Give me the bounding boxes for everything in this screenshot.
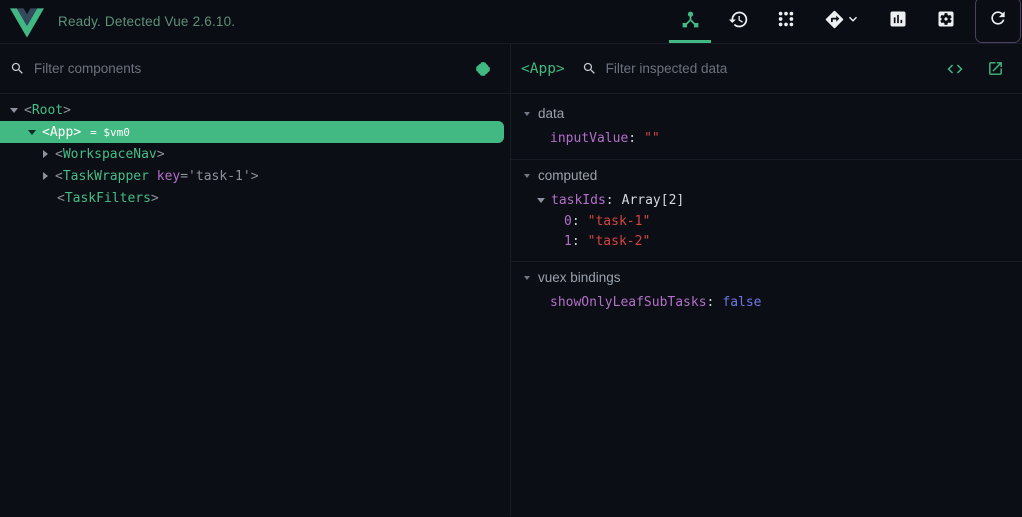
inspector-filter-bar: <App> bbox=[511, 44, 1022, 94]
filter-inspected-data-input[interactable] bbox=[605, 61, 937, 76]
field-value[interactable]: "task-2" bbox=[588, 234, 651, 249]
main-area: <Root> <App> = $vm0 <WorkspaceNav> <Task… bbox=[0, 44, 1022, 516]
vue-logo bbox=[10, 7, 44, 38]
section-collapse-arrow-icon[interactable] bbox=[524, 173, 530, 178]
vm-reference-label: = $vm0 bbox=[90, 125, 130, 139]
components-pane: <Root> <App> = $vm0 <WorkspaceNav> <Task… bbox=[0, 44, 511, 516]
search-icon bbox=[10, 61, 25, 76]
topbar-tabs bbox=[666, 0, 970, 43]
field-value[interactable]: "task-1" bbox=[588, 214, 651, 229]
tree-row-workspacenav[interactable]: < WorkspaceNav > bbox=[0, 143, 510, 165]
inspected-component-title: <App> bbox=[521, 60, 565, 77]
target-crosshair-icon[interactable] bbox=[474, 60, 492, 78]
component-tag: WorkspaceNav bbox=[62, 146, 157, 162]
tag-close-bracket: > bbox=[156, 146, 165, 162]
section-data: data inputValue: "" bbox=[511, 98, 1022, 160]
field-key: showOnlyLeafSubTasks bbox=[550, 295, 707, 310]
field-taskids-0[interactable]: 0: "task-1" bbox=[511, 211, 1022, 231]
field-taskids-1[interactable]: 1: "task-2" bbox=[511, 231, 1022, 251]
attribute-value: ='task-1' bbox=[180, 168, 251, 184]
component-tree: < Root > < App > = $vm0 < WorkspaceNav > < Task… bbox=[0, 94, 510, 209]
gear-icon bbox=[936, 9, 956, 34]
refresh-button[interactable] bbox=[975, 0, 1021, 43]
refresh-icon bbox=[988, 8, 1008, 33]
tag-open-bracket: < bbox=[42, 124, 50, 140]
tag-close-bracket: > bbox=[150, 190, 159, 206]
field-taskids[interactable]: taskIds: Array[2] bbox=[511, 190, 1022, 211]
tab-events[interactable] bbox=[762, 0, 810, 43]
state-inspector: data inputValue: "" computed taskIds: Arra… bbox=[511, 94, 1022, 323]
section-title: vuex bindings bbox=[538, 270, 621, 285]
topbar: Ready. Detected Vue 2.6.10. bbox=[0, 0, 1022, 44]
field-key: 1 bbox=[564, 233, 572, 249]
section-header-data[interactable]: data bbox=[511, 98, 1022, 128]
components-tree-icon bbox=[680, 9, 701, 35]
component-tag: Root bbox=[31, 102, 64, 118]
dots-grain-icon bbox=[776, 9, 796, 34]
tab-settings[interactable] bbox=[922, 0, 970, 43]
field-inputvalue[interactable]: inputValue: "" bbox=[511, 128, 1022, 149]
tab-routing[interactable] bbox=[810, 0, 874, 43]
section-computed: computed taskIds: Array[2] 0: "task-1" 1: "… bbox=[511, 160, 1022, 262]
expand-arrow-icon[interactable] bbox=[10, 107, 18, 113]
status-text: Ready. Detected Vue 2.6.10. bbox=[58, 14, 236, 29]
section-header-computed[interactable]: computed bbox=[511, 160, 1022, 190]
tree-row-taskfilters[interactable]: < TaskFilters > bbox=[0, 187, 510, 209]
tag-open-bracket: < bbox=[55, 146, 63, 162]
collapsed-arrow-icon[interactable] bbox=[43, 172, 48, 180]
tag-close-bracket: > bbox=[73, 124, 82, 140]
tag-open-bracket: < bbox=[24, 102, 32, 118]
tree-row-taskwrapper[interactable]: < TaskWrapper key ='task-1' > bbox=[0, 165, 510, 187]
section-vuex-bindings: vuex bindings showOnlyLeafSubTasks: false bbox=[511, 262, 1022, 323]
section-title: data bbox=[538, 106, 565, 121]
field-key: inputValue bbox=[550, 131, 629, 146]
field-key: 0 bbox=[564, 213, 572, 229]
component-tag: TaskWrapper bbox=[62, 168, 149, 184]
expand-arrow-icon[interactable] bbox=[537, 198, 545, 203]
search-icon bbox=[582, 61, 597, 76]
tag-close-bracket: > bbox=[63, 102, 71, 118]
field-value: Array[2] bbox=[621, 193, 685, 208]
tab-components[interactable] bbox=[666, 0, 714, 43]
field-value[interactable]: false bbox=[722, 295, 761, 310]
attribute-name: key bbox=[156, 168, 181, 184]
history-clock-icon bbox=[728, 9, 749, 35]
tag-open-bracket: < bbox=[57, 190, 65, 206]
component-filter-bar bbox=[0, 44, 510, 94]
tab-vuex[interactable] bbox=[714, 0, 762, 43]
tag-open-bracket: < bbox=[55, 168, 63, 184]
tree-row-app-selected[interactable]: < App > = $vm0 bbox=[0, 121, 504, 143]
bar-chart-icon bbox=[888, 9, 908, 34]
filter-components-input[interactable] bbox=[34, 61, 465, 76]
field-showonlyleafsubtasks[interactable]: showOnlyLeafSubTasks: false bbox=[511, 292, 1022, 313]
inspector-pane: <App> data inputValue:"" bbox=[511, 44, 1022, 516]
field-value[interactable]: "" bbox=[644, 131, 660, 146]
section-title: computed bbox=[538, 168, 598, 183]
inspect-dom-icon[interactable] bbox=[946, 60, 964, 78]
tree-row-root[interactable]: < Root > bbox=[0, 99, 510, 121]
component-tag: App bbox=[49, 124, 74, 140]
section-header-vuex-bindings[interactable]: vuex bindings bbox=[511, 262, 1022, 292]
collapsed-arrow-icon[interactable] bbox=[43, 150, 48, 158]
section-collapse-arrow-icon[interactable] bbox=[524, 275, 530, 280]
tag-close-bracket: > bbox=[250, 168, 259, 184]
component-tag: TaskFilters bbox=[64, 190, 151, 206]
field-key: taskIds bbox=[551, 193, 606, 208]
tab-performance[interactable] bbox=[874, 0, 922, 43]
expand-arrow-icon[interactable] bbox=[28, 129, 36, 135]
chevron-down-icon bbox=[846, 12, 860, 31]
open-in-editor-icon[interactable] bbox=[987, 60, 1004, 77]
routing-diamond-icon bbox=[824, 9, 845, 35]
section-collapse-arrow-icon[interactable] bbox=[524, 111, 530, 116]
